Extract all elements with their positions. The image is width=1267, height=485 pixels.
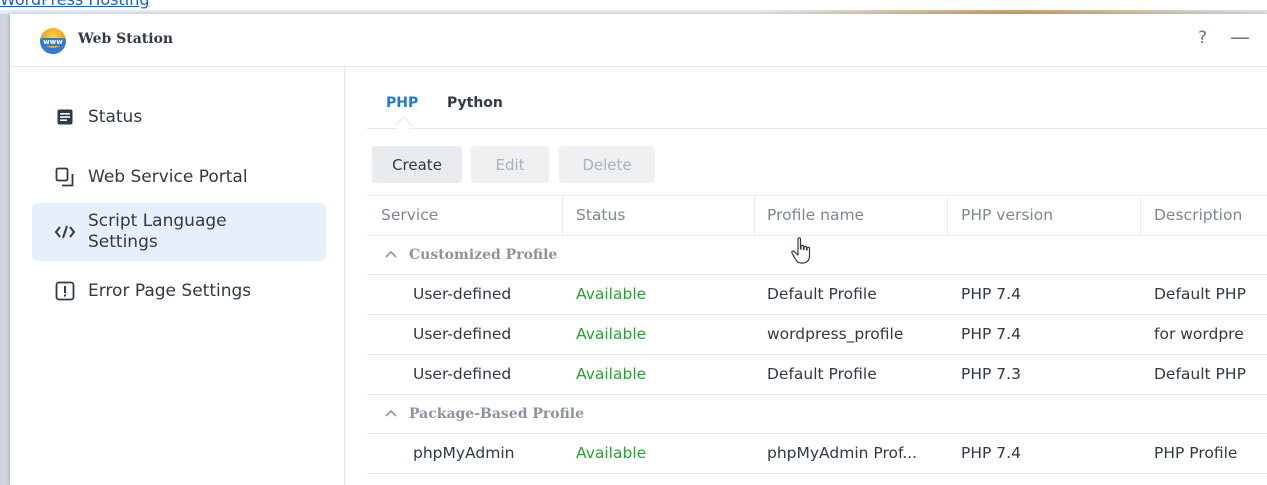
column-divider[interactable] — [1140, 196, 1141, 235]
cell-php-version: PHP 7.4 — [961, 444, 1021, 462]
cell-status: Available — [576, 365, 647, 383]
group-row-customized-profile[interactable]: Customized Profile — [367, 236, 1267, 275]
delete-button[interactable]: Delete — [559, 146, 655, 183]
group-label: Customized Profile — [409, 247, 558, 263]
create-button[interactable]: Create — [372, 146, 462, 183]
cell-php-version: PHP 7.4 — [961, 285, 1021, 303]
web-station-window: www Web Station ? — Status Web Service P… — [10, 14, 1267, 485]
table-row[interactable]: User-defined Available Default Profile P… — [367, 275, 1267, 315]
column-divider[interactable] — [754, 196, 755, 235]
minimize-button[interactable]: — — [1230, 25, 1250, 49]
tab-python[interactable]: Python — [447, 95, 503, 111]
cell-description: for wordpre — [1154, 325, 1244, 343]
title-bar: www Web Station ? — — [10, 14, 1267, 67]
cell-service: phpMyAdmin — [413, 444, 515, 462]
sidebar-item-status[interactable]: Status — [32, 105, 326, 129]
cell-status: Available — [576, 444, 647, 462]
background-edge — [0, 14, 10, 485]
sidebar-item-error-page-settings[interactable]: Error Page Settings — [32, 279, 326, 303]
cell-description: Default PHP — [1154, 365, 1246, 383]
document-icon — [54, 106, 76, 128]
cell-service: User-defined — [413, 325, 512, 343]
collapse-caret-icon[interactable] — [385, 407, 397, 421]
table-row[interactable]: User-defined Available Default Profile P… — [367, 355, 1267, 395]
cell-description: Default PHP — [1154, 285, 1246, 303]
sidebar-item-label: Script Language Settings — [88, 211, 227, 252]
cell-profile-name: Default Profile — [767, 285, 877, 303]
cell-php-version: PHP 7.3 — [961, 365, 1021, 383]
group-row-package-based-profile[interactable]: Package-Based Profile — [367, 395, 1267, 434]
cell-status: Available — [576, 325, 647, 343]
cell-status: Available — [576, 285, 647, 303]
column-header-service[interactable]: Service — [381, 206, 438, 224]
table-header: Service Status Profile name PHP version … — [367, 195, 1267, 236]
sidebar-item-script-language-settings[interactable]: Script Language Settings — [32, 203, 326, 261]
window-title: Web Station — [78, 31, 174, 47]
cell-profile-name: phpMyAdmin Prof... — [767, 444, 918, 462]
table-row[interactable]: phpMyAdmin Available phpMyAdmin Prof... … — [367, 434, 1267, 474]
column-header-php-version[interactable]: PHP version — [961, 206, 1053, 224]
sidebar-item-web-service-portal[interactable]: Web Service Portal — [32, 165, 326, 189]
group-label: Package-Based Profile — [409, 406, 585, 422]
column-divider[interactable] — [562, 196, 563, 235]
web-station-app-icon: www — [40, 28, 66, 54]
column-header-description[interactable]: Description — [1154, 206, 1242, 224]
edit-button[interactable]: Edit — [471, 146, 549, 183]
active-tab-indicator — [394, 116, 413, 135]
code-icon — [54, 221, 76, 243]
hand-pointer-cursor-icon — [790, 236, 814, 266]
help-button[interactable]: ? — [1198, 28, 1207, 48]
tab-bar: PHP Python — [367, 67, 1267, 135]
app-icon-text: www — [41, 38, 65, 46]
main-content: PHP Python Create Edit Delete Service St… — [345, 67, 1267, 485]
sidebar-item-label: Web Service Portal — [88, 166, 248, 187]
cell-service: User-defined — [413, 285, 512, 303]
cell-description: PHP Profile — [1154, 444, 1238, 462]
column-header-status[interactable]: Status — [576, 206, 625, 224]
sidebar-item-label: Error Page Settings — [88, 280, 252, 301]
tab-php[interactable]: PHP — [386, 95, 418, 111]
collapse-caret-icon[interactable] — [385, 248, 397, 262]
sidebar-item-label: Status — [88, 106, 143, 127]
table-row[interactable]: User-defined Available wordpress_profile… — [367, 315, 1267, 355]
profile-table: Service Status Profile name PHP version … — [367, 195, 1267, 474]
cell-profile-name: Default Profile — [767, 365, 877, 383]
sidebar: Status Web Service Portal Script Languag… — [10, 67, 345, 485]
exclamation-icon — [54, 280, 76, 302]
cell-php-version: PHP 7.4 — [961, 325, 1021, 343]
portal-icon — [54, 166, 76, 188]
column-header-profile-name[interactable]: Profile name — [767, 206, 864, 224]
column-divider[interactable] — [947, 196, 948, 235]
background-link[interactable]: WordPress Hosting — [0, 0, 150, 10]
cell-profile-name: wordpress_profile — [767, 325, 904, 343]
cell-service: User-defined — [413, 365, 512, 383]
